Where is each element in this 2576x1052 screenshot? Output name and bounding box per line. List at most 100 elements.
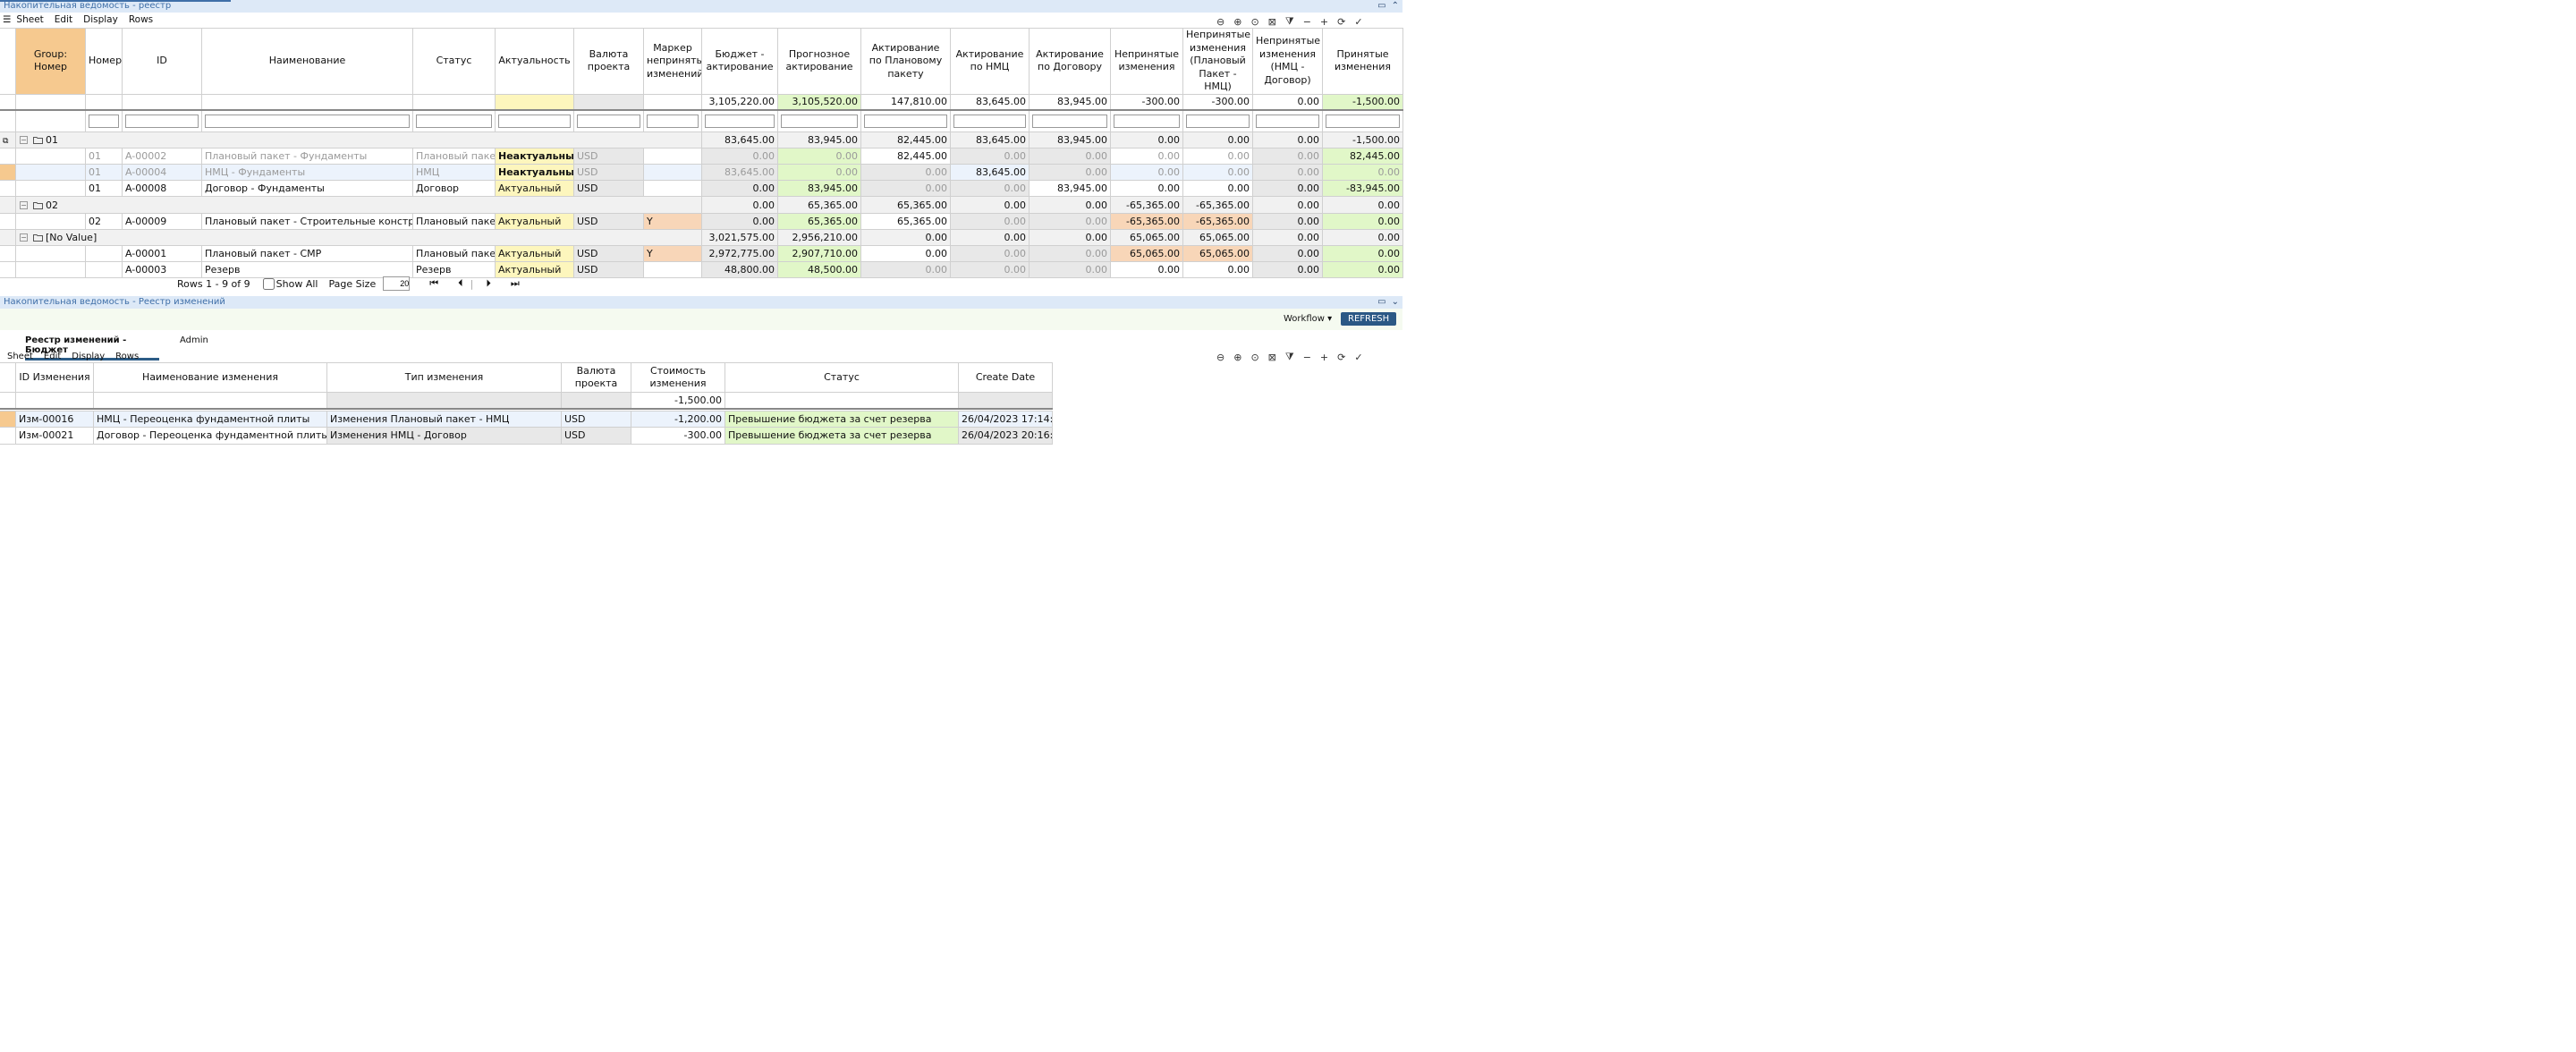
col-change-status[interactable]: Статус bbox=[724, 362, 959, 393]
col-accepted[interactable]: Принятые изменения bbox=[1322, 28, 1403, 95]
table-row[interactable]: 01 A-00002 Плановый пакет - Фундаменты П… bbox=[0, 147, 1403, 165]
filter-icon[interactable]: ⧩ bbox=[1285, 15, 1294, 28]
workflow-label: Workflow bbox=[1284, 314, 1325, 324]
show-all-checkbox[interactable] bbox=[262, 277, 275, 290]
menu-rows[interactable]: Rows bbox=[115, 352, 139, 361]
column-filter-input[interactable] bbox=[498, 114, 571, 128]
table-row[interactable]: 02 A-00009 Плановый пакет - Строительные… bbox=[0, 212, 1403, 230]
col-group[interactable]: Group: Номер bbox=[15, 28, 86, 95]
menu-display[interactable]: Display bbox=[83, 14, 118, 25]
column-filter-input[interactable] bbox=[125, 114, 199, 128]
column-filter-input[interactable] bbox=[577, 114, 640, 128]
table-row[interactable]: Изм-00016 НМЦ - Переоценка фундаментной … bbox=[0, 411, 1053, 428]
col-change-name[interactable]: Наименование изменения bbox=[93, 362, 327, 393]
add-row-icon[interactable]: + bbox=[1320, 16, 1328, 28]
refresh-icon[interactable]: ⟳ bbox=[1337, 16, 1345, 28]
row-value: 0.00 bbox=[701, 180, 778, 198]
column-filter-input[interactable] bbox=[1114, 114, 1180, 128]
page-size-input[interactable] bbox=[383, 276, 411, 291]
column-filter-input[interactable] bbox=[781, 114, 858, 128]
col-change-cost[interactable]: Стоимость изменения bbox=[631, 362, 725, 393]
col-change-type[interactable]: Тип изменения bbox=[326, 362, 562, 393]
table-row[interactable]: 01 A-00004 НМЦ - Фундаменты НМЦ Неактуал… bbox=[0, 164, 1403, 182]
col-create-date[interactable]: Create Date bbox=[958, 362, 1053, 393]
prev-page-icon[interactable]: ⏴ bbox=[458, 277, 463, 290]
row-value: 0.00 bbox=[1029, 261, 1111, 279]
col-id[interactable]: ID bbox=[122, 28, 202, 95]
last-page-icon[interactable]: ⏭ bbox=[511, 277, 520, 290]
clear-filter-icon[interactable]: ⊠ bbox=[1268, 352, 1276, 363]
zoom-in-icon[interactable]: ⊕ bbox=[1233, 16, 1241, 28]
column-filter-input[interactable] bbox=[1186, 114, 1250, 128]
col-plan[interactable]: Актирование по Плановому пакету bbox=[860, 28, 951, 95]
col-change-id[interactable]: ID Изменения bbox=[15, 362, 94, 393]
col-budget[interactable]: Бюджет - актирование bbox=[701, 28, 778, 95]
row-name: Плановый пакет - Фундаменты bbox=[201, 147, 413, 165]
table-row[interactable]: 01 A-00008 Договор - Фундаменты Договор … bbox=[0, 180, 1403, 198]
filter-icon[interactable]: ⧩ bbox=[1285, 351, 1294, 363]
col-marker[interactable]: Маркер непринятых изменений bbox=[643, 28, 702, 95]
column-filter-input[interactable] bbox=[205, 114, 410, 128]
menu-edit[interactable]: Edit bbox=[55, 14, 72, 25]
group-row[interactable]: − [No Value] 3,021,575.00 2,956,210.00 0.00 0… bbox=[0, 228, 1403, 247]
add-row-icon[interactable]: + bbox=[1320, 352, 1328, 363]
col-actuality[interactable]: Актуальность bbox=[495, 28, 574, 95]
column-filter-input[interactable] bbox=[953, 114, 1026, 128]
maximize-icon[interactable]: ▭ bbox=[1377, 0, 1385, 13]
table-row[interactable]: A-00001 Плановый пакет - СМР Плановый па… bbox=[0, 244, 1403, 263]
collapse-group-icon[interactable]: − bbox=[20, 233, 28, 242]
next-page-icon[interactable]: ⏵ bbox=[486, 277, 491, 290]
menu-edit[interactable]: Edit bbox=[44, 352, 61, 361]
zoom-reset-icon[interactable]: ⊙ bbox=[1250, 352, 1258, 363]
row-value: 82,445.00 bbox=[860, 147, 951, 165]
menu-sheet[interactable]: Sheet bbox=[7, 352, 33, 361]
zoom-in-icon[interactable]: ⊕ bbox=[1233, 352, 1241, 363]
zoom-out-icon[interactable]: ⊖ bbox=[1216, 16, 1224, 28]
col-name[interactable]: Наименование bbox=[201, 28, 413, 95]
save-icon[interactable]: ✓ bbox=[1354, 16, 1362, 28]
refresh-icon[interactable]: ⟳ bbox=[1337, 352, 1345, 363]
hamburger-icon[interactable]: ☰ bbox=[3, 14, 11, 25]
zoom-reset-icon[interactable]: ⊙ bbox=[1250, 16, 1258, 28]
maximize-icon[interactable]: ▭ bbox=[1377, 296, 1385, 309]
clear-filter-icon[interactable]: ⊠ bbox=[1268, 16, 1276, 28]
total-value: -300.00 bbox=[1182, 93, 1253, 111]
col-unaccepted-plan[interactable]: Непринятые изменения (Плановый Пакет - Н… bbox=[1182, 28, 1253, 95]
col-status[interactable]: Статус bbox=[412, 28, 496, 95]
row-value: 83,945.00 bbox=[1029, 180, 1111, 198]
collapse-group-icon[interactable]: − bbox=[20, 201, 28, 210]
first-page-icon[interactable]: ⏮ bbox=[429, 277, 438, 290]
menu-display[interactable]: Display bbox=[72, 352, 105, 361]
column-filter-input[interactable] bbox=[1326, 114, 1400, 128]
refresh-button[interactable]: REFRESH bbox=[1341, 312, 1397, 326]
column-filter-input[interactable] bbox=[416, 114, 492, 128]
menu-sheet[interactable]: Sheet bbox=[16, 14, 43, 25]
col-forecast[interactable]: Прогнозное актирование bbox=[777, 28, 861, 95]
zoom-out-icon[interactable]: ⊖ bbox=[1216, 352, 1224, 363]
collapse-icon[interactable]: ⌄ bbox=[1392, 296, 1399, 309]
group-row[interactable]: −02 0.00 65,365.00 65,365.00 0.00 0.00 -65,365… bbox=[0, 196, 1403, 214]
workflow-menu[interactable]: Workflow ▾ bbox=[1284, 314, 1332, 324]
column-filter-input[interactable] bbox=[647, 114, 699, 128]
save-icon[interactable]: ✓ bbox=[1354, 352, 1362, 363]
col-change-currency[interactable]: Валюта проекта bbox=[561, 362, 631, 393]
column-filter-input[interactable] bbox=[1256, 114, 1319, 128]
column-filter-input[interactable] bbox=[864, 114, 947, 128]
collapse-icon[interactable]: ⌃ bbox=[1392, 0, 1399, 13]
col-nmc[interactable]: Актирование по НМЦ bbox=[950, 28, 1030, 95]
col-currency[interactable]: Валюта проекта bbox=[573, 28, 644, 95]
remove-row-icon[interactable]: − bbox=[1303, 352, 1311, 363]
column-filter-input[interactable] bbox=[1032, 114, 1107, 128]
col-number[interactable]: Номер bbox=[85, 28, 123, 95]
col-unaccepted-nmc[interactable]: Непринятые изменения (НМЦ - Договор) bbox=[1252, 28, 1323, 95]
expand-all-icon[interactable]: ⧉ bbox=[3, 137, 8, 146]
column-filter-input[interactable] bbox=[705, 114, 775, 128]
group-row[interactable]: ⧉ −01 83,645.00 83,945.00 82,445.00 83,645.0… bbox=[0, 131, 1403, 148]
column-filter-input[interactable] bbox=[89, 114, 119, 128]
col-contract[interactable]: Актирование по Договору bbox=[1029, 28, 1111, 95]
col-unaccepted[interactable]: Непринятые изменения bbox=[1110, 28, 1183, 95]
remove-row-icon[interactable]: − bbox=[1303, 16, 1311, 28]
menu-rows[interactable]: Rows bbox=[129, 14, 153, 25]
collapse-group-icon[interactable]: − bbox=[20, 136, 28, 145]
table-row[interactable]: Изм-00021 Договор - Переоценка фундамент… bbox=[0, 427, 1053, 445]
